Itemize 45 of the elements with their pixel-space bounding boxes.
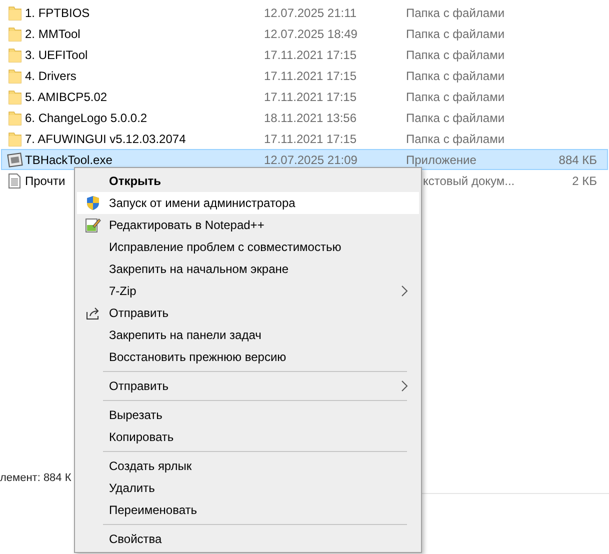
file-name: 3. UEFITool bbox=[25, 46, 88, 64]
file-type: кстовый докум... bbox=[423, 172, 516, 190]
file-name: Прочти bbox=[25, 172, 66, 190]
file-date: 17.11.2021 17:15 bbox=[264, 68, 358, 84]
menu-item-label: Закрепить на начальном экране bbox=[109, 261, 289, 278]
menu-item-label: Закрепить на панели задач bbox=[109, 327, 262, 344]
menu-item-label: Переименовать bbox=[109, 502, 197, 519]
file-type: Папка с файлами bbox=[406, 130, 506, 148]
file-date: 17.11.2021 17:15 bbox=[264, 130, 358, 148]
file-name: 7. AFUWINGUI v5.12.03.2074 bbox=[25, 130, 186, 148]
menu-item-label: Отправить bbox=[109, 305, 169, 322]
menu-item-label: Восстановить прежнюю версию bbox=[109, 349, 286, 366]
menu-item-label: 7-Zip bbox=[109, 283, 136, 300]
file-type: Папка с файлами bbox=[406, 46, 506, 64]
file-size: 884 КБ bbox=[558, 152, 598, 168]
menu-item-label: Исправление проблем с совместимостью bbox=[109, 239, 342, 256]
file-type: Папка с файлами bbox=[406, 88, 506, 106]
menu-item-label: Создать ярлык bbox=[109, 458, 192, 475]
file-date: 18.11.2021 13:56 bbox=[264, 110, 358, 126]
menu-item-label: Удалить bbox=[109, 480, 155, 497]
menu-item-label: Копировать bbox=[109, 429, 174, 446]
file-name: 4. Drivers bbox=[25, 68, 76, 84]
file-name: TBHackTool.exe bbox=[25, 152, 112, 168]
file-type: Папка с файлами bbox=[406, 26, 506, 42]
file-type: Папка с файлами bbox=[406, 68, 506, 84]
file-name: 6. ChangeLogo 5.0.0.2 bbox=[25, 110, 148, 126]
status-text: лемент: 884 К bbox=[0, 470, 72, 486]
file-type: Папка с файлами bbox=[406, 4, 506, 22]
file-name: 5. AMIBCP5.02 bbox=[25, 88, 108, 106]
menu-item-label: Отправить bbox=[109, 378, 169, 395]
file-date: 17.11.2021 17:15 bbox=[264, 88, 358, 106]
file-date: 17.11.2021 17:15 bbox=[264, 46, 358, 64]
menu-item-label: Редактировать в Notepad++ bbox=[109, 217, 264, 234]
menu-item-label: Открыть bbox=[109, 173, 162, 190]
file-date: 12.07.2025 21:09 bbox=[264, 152, 358, 168]
file-date: 12.07.2025 18:49 bbox=[264, 26, 358, 42]
menu-item-label: Запуск от имени администратора bbox=[109, 195, 296, 212]
file-size: 2 КБ bbox=[572, 172, 598, 190]
file-type: Приложение bbox=[406, 152, 478, 168]
file-name: 1. FPTBIOS bbox=[25, 4, 90, 22]
file-type: Папка с файлами bbox=[406, 110, 506, 126]
menu-item-label: Свойства bbox=[109, 531, 162, 548]
file-date: 12.07.2025 21:11 bbox=[264, 4, 358, 22]
file-name: 2. MMTool bbox=[25, 26, 80, 42]
menu-item-label: Вырезать bbox=[109, 407, 162, 424]
